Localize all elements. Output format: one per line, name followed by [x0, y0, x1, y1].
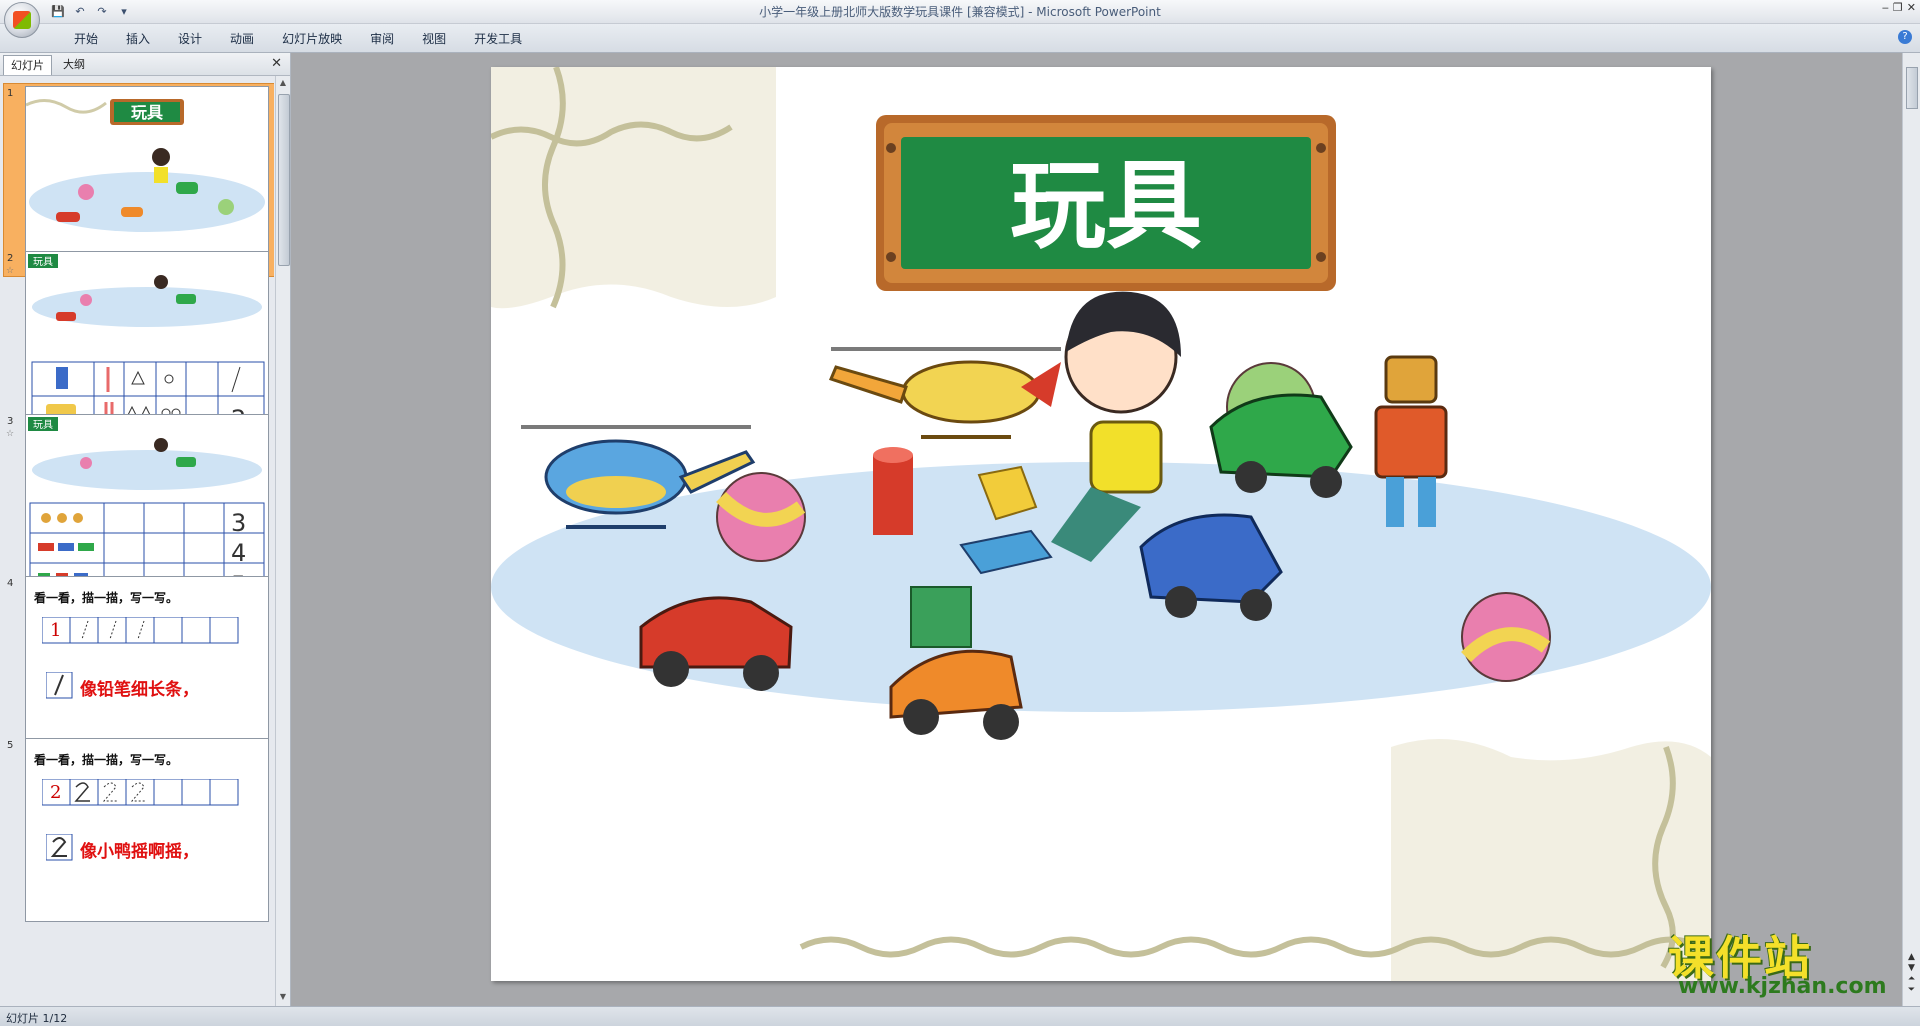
scroll-up-arrow-icon[interactable]: ▲ — [278, 78, 288, 90]
tab-home[interactable]: 开始 — [60, 30, 112, 48]
thumbnail-image: 看一看，描一描，写一写。 1 像铅笔细长条， — [25, 576, 269, 760]
thumbnail-image: 玩具 — [25, 251, 269, 435]
office-button[interactable] — [4, 2, 40, 38]
status-bar: 幻灯片 1/12 — [0, 1006, 1920, 1026]
thumbnail-image: 玩具 3 4 5 — [25, 414, 269, 598]
window-title: 小学一年级上册北师大版数学玩具课件 [兼容模式] - Microsoft Pow… — [759, 5, 1161, 19]
slide-counter: 幻灯片 1/12 — [6, 1012, 68, 1025]
digit-four: 4 — [231, 539, 246, 567]
slide-number: 1 — [7, 88, 14, 99]
title-bar: 💾 ↶ ↷ ▾ 小学一年级上册北师大版数学玩具课件 [兼容模式] - Micro… — [0, 0, 1920, 24]
thumb-caption: 像铅笔细长条， — [80, 680, 199, 700]
thumbnail-list: 1 玩具 2 ☆ 玩具 3 ☆ 玩具 3 4 4 看一看，描一描，写一写。 1 … — [0, 76, 274, 1006]
office-logo-icon — [13, 11, 31, 29]
thumb-digit: 1 — [50, 620, 62, 641]
close-button[interactable]: ✕ — [1907, 1, 1916, 14]
ribbon-tab-bar: 开始 插入 设计 动画 幻灯片放映 审阅 视图 开发工具 ? — [0, 24, 1920, 53]
window-controls: ‒ ❐ ✕ — [1882, 1, 1916, 14]
slide-number: 4 — [7, 578, 14, 589]
tab-animations[interactable]: 动画 — [216, 30, 268, 48]
digit-three: 3 — [231, 509, 246, 537]
scrollbar-thumb[interactable] — [278, 94, 290, 266]
tab-review[interactable]: 审阅 — [356, 30, 408, 48]
slide-title: 玩具 — [1010, 149, 1202, 262]
slide-number: 2 — [7, 253, 14, 264]
slide-number: 5 — [7, 740, 14, 751]
thumb-heading: 看一看，描一描，写一写。 — [34, 753, 179, 767]
tab-view[interactable]: 视图 — [408, 30, 460, 48]
restore-button[interactable]: ❐ — [1893, 1, 1903, 14]
pane-tabs: 幻灯片 大纲 ✕ — [0, 53, 290, 76]
tab-design[interactable]: 设计 — [164, 30, 216, 48]
tab-outline[interactable]: 大纲 — [56, 55, 92, 74]
thumb-title: 玩具 — [33, 256, 53, 268]
scroll-down-arrow-icon[interactable]: ▼ — [278, 992, 288, 1004]
tab-slideshow[interactable]: 幻灯片放映 — [268, 30, 356, 48]
tab-developer[interactable]: 开发工具 — [460, 30, 536, 48]
slide-thumbnail-2[interactable]: 2 ☆ 玩具 — [0, 251, 274, 441]
slide-canvas[interactable]: 玩具 — [491, 67, 1711, 981]
thumbnail-image: 看一看，描一描，写一写。 2 像小鸭摇啊摇， — [25, 738, 269, 922]
thumb-caption: 像小鸭摇啊摇， — [80, 842, 199, 862]
thumbnail-image: 玩具 — [25, 86, 269, 270]
thumb-heading: 看一看，描一描，写一写。 — [34, 591, 179, 605]
animation-star-icon: ☆ — [6, 266, 15, 276]
watermark-logo: 课件站 www.kjzhan.com — [1668, 922, 1908, 1002]
slides-pane: 幻灯片 大纲 ✕ 1 玩具 2 ☆ 玩具 3 ☆ 玩具 3 4 4 看一看，描一… — [0, 53, 291, 1006]
watermark-url: www.kjzhan.com — [1678, 974, 1887, 999]
slide-vertical-scrollbar[interactable]: ▲ ▼ ⏶ ⏷ — [1902, 53, 1920, 1006]
thumb-title: 玩具 — [33, 419, 53, 431]
close-pane-icon[interactable]: ✕ — [271, 56, 282, 71]
tab-insert[interactable]: 插入 — [112, 30, 164, 48]
minimize-button[interactable]: ‒ — [1882, 1, 1889, 14]
thumb-title: 玩具 — [131, 103, 163, 122]
slide-thumbnail-1[interactable]: 1 玩具 — [0, 83, 274, 277]
slide-thumbnail-5[interactable]: 5 看一看，描一描，写一写。 2 像小鸭摇啊摇， — [0, 738, 274, 928]
slide-number: 3 — [7, 416, 14, 427]
tab-slides[interactable]: 幻灯片 — [3, 55, 52, 75]
help-icon[interactable]: ? — [1898, 30, 1912, 44]
scrollbar-thumb[interactable] — [1906, 67, 1918, 109]
animation-star-icon: ☆ — [6, 429, 15, 439]
slide-artwork: 玩具 — [491, 67, 1711, 981]
thumb-digit: 2 — [50, 782, 62, 803]
thumbnail-scrollbar[interactable]: ▲ ▼ — [275, 76, 290, 1006]
